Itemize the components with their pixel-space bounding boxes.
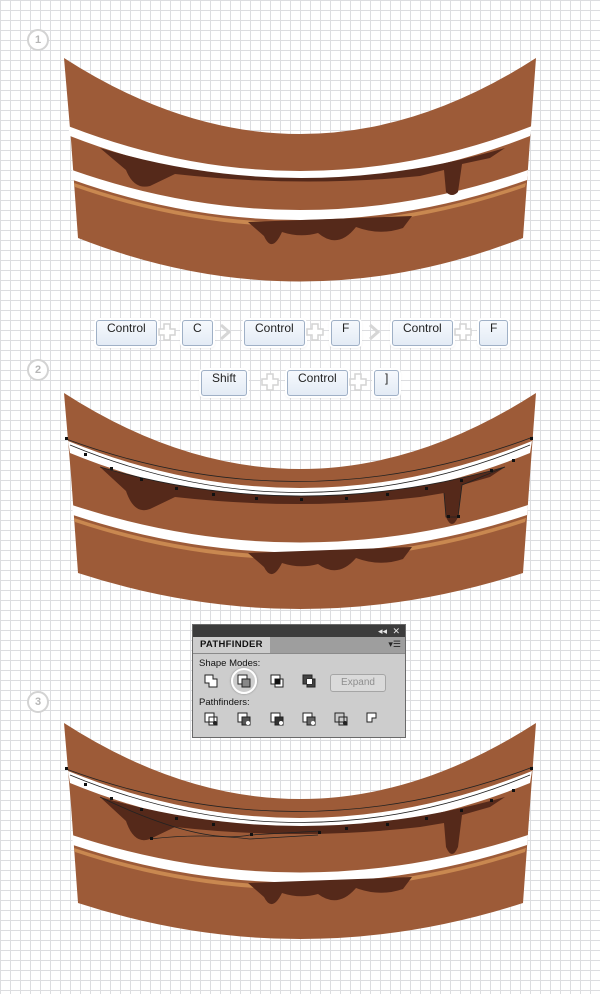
chevron-right-icon <box>369 323 381 341</box>
key-control: Control <box>244 320 305 346</box>
key-f: F <box>479 320 509 346</box>
key-control: Control <box>96 320 157 346</box>
cake-illustration-step-3 <box>64 723 536 939</box>
shape-modes-label: Shape Modes: <box>199 658 261 669</box>
panel-title-bar[interactable]: ◂◂ ✕ <box>193 625 405 637</box>
plus-icon <box>306 323 324 341</box>
intersect-icon[interactable] <box>269 673 285 689</box>
exclude-icon[interactable] <box>301 673 317 689</box>
expand-button[interactable]: Expand <box>330 674 386 692</box>
double-arrow-left-icon[interactable]: ◂◂ <box>378 625 387 637</box>
close-icon[interactable]: ✕ <box>392 625 400 637</box>
panel-menu-icon[interactable]: ▾☰ <box>388 639 401 650</box>
key-control: Control <box>392 320 453 346</box>
plus-icon <box>454 323 472 341</box>
cake-illustration-step-1 <box>64 58 536 282</box>
plus-icon <box>158 323 176 341</box>
unite-icon[interactable] <box>203 673 219 689</box>
key-f: F <box>331 320 361 346</box>
cake-illustration-step-2 <box>64 393 536 609</box>
panel-tab-strip: PATHFINDER ▾☰ <box>193 637 405 654</box>
minus-front-icon[interactable] <box>236 673 252 689</box>
key-c: C <box>182 320 213 346</box>
tab-pathfinder[interactable]: PATHFINDER <box>193 637 270 653</box>
chevron-right-icon <box>220 323 232 341</box>
